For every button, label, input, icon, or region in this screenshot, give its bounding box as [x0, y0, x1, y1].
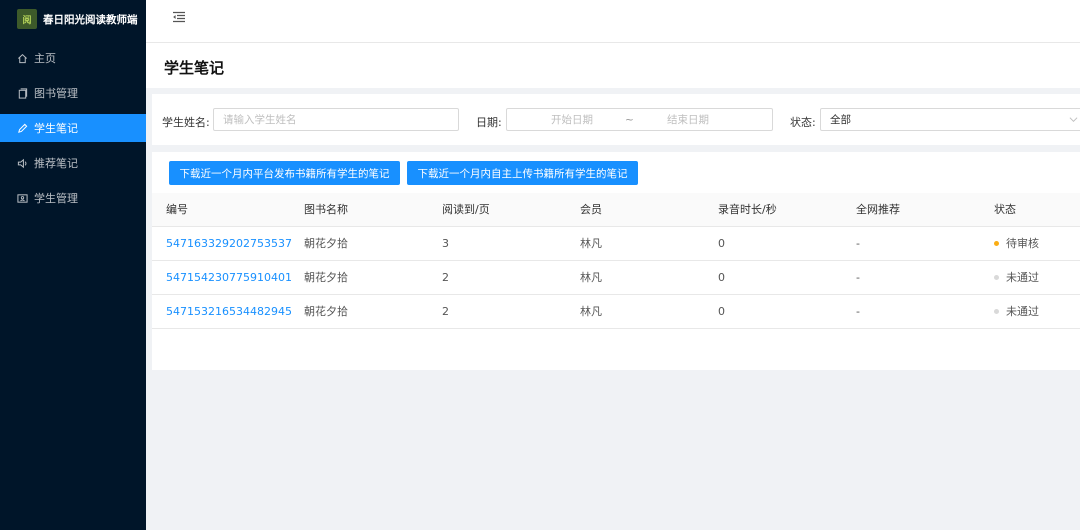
notes-table-panel: 下载近一个月内平台发布书籍所有学生的笔记 下载近一个月内自主上传书籍所有学生的笔… — [152, 152, 1080, 370]
recommend-cell: - — [856, 237, 860, 250]
sidebar-item-label: 主页 — [34, 52, 56, 65]
book-name-cell: 朝花夕拾 — [304, 271, 348, 284]
duration-cell: 0 — [718, 305, 725, 318]
date-label: 日期: — [476, 116, 502, 129]
chevron-down-icon — [1069, 115, 1078, 127]
menu-fold-icon[interactable] — [172, 10, 186, 24]
duration-cell: 0 — [718, 271, 725, 284]
top-header — [146, 0, 1080, 43]
column-header-status: 状态 — [994, 203, 1016, 216]
column-header-recommend: 全网推荐 — [856, 203, 900, 216]
date-range-separator: ~ — [625, 113, 634, 126]
sidebar-item-label: 推荐笔记 — [34, 157, 78, 170]
duration-cell: 0 — [718, 237, 725, 250]
recommend-cell: - — [856, 271, 860, 284]
column-header-member: 会员 — [580, 203, 602, 216]
sidebar-item-label: 学生管理 — [34, 192, 78, 205]
sidebar-item-label: 学生笔记 — [34, 122, 78, 135]
page-read-cell: 2 — [442, 271, 449, 284]
note-id-link[interactable]: 547154230775910401 — [166, 261, 292, 295]
table-row: 547154230775910401 朝花夕拾 2 林凡 0 - 未通过 — [152, 261, 1080, 295]
filter-panel: 学生姓名: 请输入学生姓名 日期: 开始日期 ~ 结束日期 状态: 全部 — [152, 94, 1080, 145]
table-row: 547153216534482945 朝花夕拾 2 林凡 0 - 未通过 — [152, 295, 1080, 329]
sidebar-item-label: 图书管理 — [34, 87, 78, 100]
sidebar-item-books[interactable]: 图书管理 — [0, 79, 146, 107]
sidebar: 阅 春日阳光阅读教师端 主页 图书管理 学生笔记 推荐笔记 学生管理 — [0, 0, 146, 530]
student-name-label: 学生姓名: — [162, 116, 210, 129]
sidebar-item-student-notes[interactable]: 学生笔记 — [0, 114, 146, 142]
status-label: 状态: — [790, 116, 816, 129]
table-row: 547163329202753537 朝花夕拾 3 林凡 0 - 待审核 — [152, 227, 1080, 261]
book-icon — [17, 87, 28, 99]
member-cell: 林凡 — [580, 237, 602, 250]
note-icon — [17, 123, 28, 134]
book-name-cell: 朝花夕拾 — [304, 305, 348, 318]
sidebar-item-home[interactable]: 主页 — [0, 44, 146, 72]
page-header: 学生笔记 — [146, 43, 1080, 88]
status-cell: 未通过 — [994, 295, 1039, 329]
app-title: 春日阳光阅读教师端 — [43, 13, 138, 26]
sidebar-item-recommended-notes[interactable]: 推荐笔记 — [0, 149, 146, 177]
user-card-icon — [17, 193, 28, 204]
page-title: 学生笔记 — [164, 59, 225, 77]
download-platform-notes-button[interactable]: 下载近一个月内平台发布书籍所有学生的笔记 — [169, 161, 400, 185]
sound-icon — [17, 158, 28, 169]
download-self-uploaded-notes-button[interactable]: 下载近一个月内自主上传书籍所有学生的笔记 — [407, 161, 638, 185]
date-range-picker[interactable]: 开始日期 ~ 结束日期 — [506, 108, 773, 131]
column-header-id: 编号 — [166, 203, 188, 216]
book-name-cell: 朝花夕拾 — [304, 237, 348, 250]
note-id-link[interactable]: 547153216534482945 — [166, 295, 292, 329]
date-end-input[interactable]: 结束日期 — [667, 112, 709, 127]
member-cell: 林凡 — [580, 271, 602, 284]
note-id-link[interactable]: 547163329202753537 — [166, 227, 292, 261]
home-icon — [17, 53, 28, 64]
date-start-input[interactable]: 开始日期 — [551, 112, 593, 127]
sidebar-item-student-management[interactable]: 学生管理 — [0, 184, 146, 212]
status-text: 未通过 — [1006, 305, 1039, 318]
status-dot-icon — [994, 308, 999, 314]
table-header: 编号 图书名称 阅读到/页 会员 录音时长/秒 全网推荐 状态 — [152, 193, 1080, 227]
page-read-cell: 2 — [442, 305, 449, 318]
sidebar-menu: 主页 图书管理 学生笔记 推荐笔记 学生管理 — [0, 44, 146, 219]
status-select[interactable]: 全部 — [820, 108, 1080, 131]
status-cell: 未通过 — [994, 261, 1039, 295]
status-text: 待审核 — [1006, 237, 1039, 250]
student-name-placeholder: 请输入学生姓名 — [223, 114, 297, 126]
logo-area[interactable]: 阅 春日阳光阅读教师端 — [0, 0, 146, 38]
status-dot-icon — [994, 274, 999, 280]
status-cell: 待审核 — [994, 227, 1039, 261]
page-read-cell: 3 — [442, 237, 449, 250]
member-cell: 林凡 — [580, 305, 602, 318]
status-dot-icon — [994, 240, 999, 246]
column-header-duration: 录音时长/秒 — [718, 203, 777, 216]
recommend-cell: - — [856, 305, 860, 318]
column-header-page: 阅读到/页 — [442, 203, 490, 216]
student-name-input[interactable]: 请输入学生姓名 — [213, 108, 459, 131]
status-select-value: 全部 — [830, 114, 851, 126]
column-header-book: 图书名称 — [304, 203, 348, 216]
status-text: 未通过 — [1006, 271, 1039, 284]
app-logo: 阅 — [17, 9, 37, 29]
